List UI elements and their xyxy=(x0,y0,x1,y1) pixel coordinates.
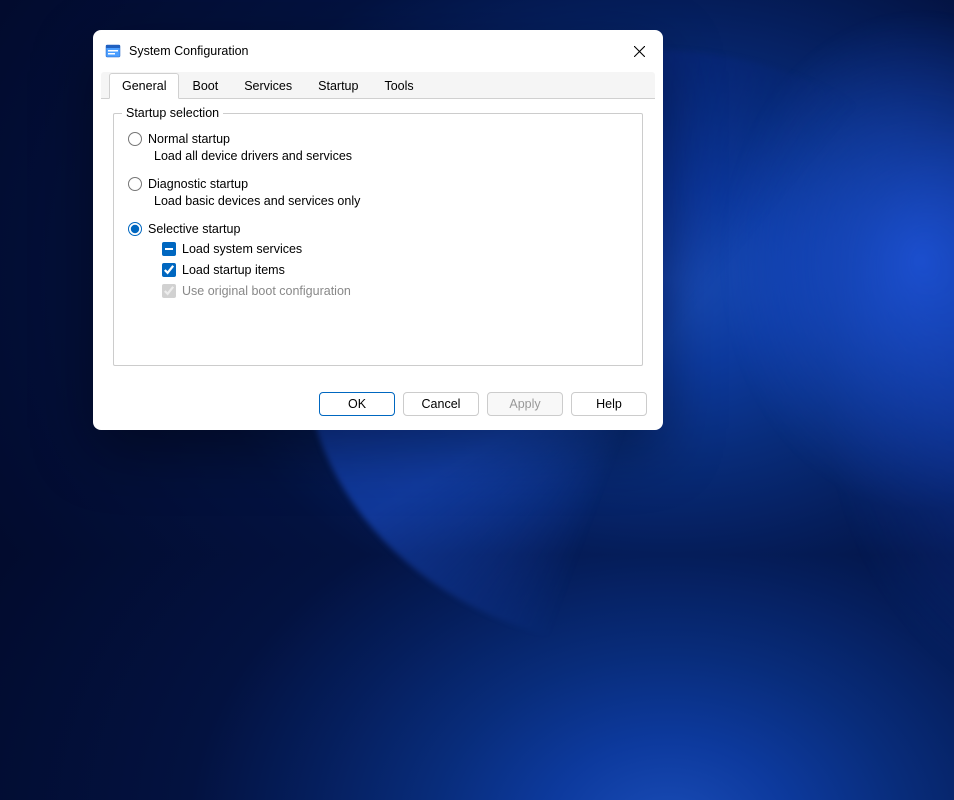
check-row-original-boot: Use original boot configuration xyxy=(162,284,628,298)
tab-label: Boot xyxy=(192,79,218,93)
radio-desc: Load all device drivers and services xyxy=(154,149,628,163)
radio-row-selective: Selective startup xyxy=(128,222,628,236)
radio-label[interactable]: Diagnostic startup xyxy=(148,177,248,191)
tab-startup[interactable]: Startup xyxy=(305,73,371,99)
check-load-startup-items[interactable] xyxy=(162,263,176,277)
tab-label: General xyxy=(122,79,166,93)
msconfig-icon xyxy=(105,43,121,59)
radio-selective-startup[interactable] xyxy=(128,222,142,236)
startup-selection-group: Startup selection Normal startup Load al… xyxy=(113,113,643,366)
check-row-load-system: Load system services xyxy=(162,242,628,256)
tab-label: Tools xyxy=(384,79,413,93)
check-load-system-services[interactable] xyxy=(162,242,176,256)
radio-diagnostic-startup[interactable] xyxy=(128,177,142,191)
check-row-load-startup: Load startup items xyxy=(162,263,628,277)
radio-desc: Load basic devices and services only xyxy=(154,194,628,208)
close-button[interactable] xyxy=(623,35,655,67)
check-label: Use original boot configuration xyxy=(182,284,351,298)
groupbox-legend: Startup selection xyxy=(122,106,223,120)
tab-general[interactable]: General xyxy=(109,73,179,99)
selective-check-area: Load system services Load startup items … xyxy=(162,242,628,298)
check-label[interactable]: Load startup items xyxy=(182,263,285,277)
apply-button[interactable]: Apply xyxy=(487,392,563,416)
system-configuration-dialog: System Configuration General Boot Servic… xyxy=(93,30,663,430)
radio-label[interactable]: Selective startup xyxy=(148,222,240,236)
tab-content-general: Startup selection Normal startup Load al… xyxy=(93,99,663,380)
check-label[interactable]: Load system services xyxy=(182,242,302,256)
radio-label[interactable]: Normal startup xyxy=(148,132,230,146)
cancel-button[interactable]: Cancel xyxy=(403,392,479,416)
check-use-original-boot xyxy=(162,284,176,298)
dialog-button-row: OK Cancel Apply Help xyxy=(93,380,663,430)
titlebar: System Configuration xyxy=(93,30,663,72)
radio-normal-startup[interactable] xyxy=(128,132,142,146)
ok-button[interactable]: OK xyxy=(319,392,395,416)
close-icon xyxy=(634,46,645,57)
help-button[interactable]: Help xyxy=(571,392,647,416)
tab-boot[interactable]: Boot xyxy=(179,73,231,99)
tab-label: Services xyxy=(244,79,292,93)
tab-services[interactable]: Services xyxy=(231,73,305,99)
tab-tools[interactable]: Tools xyxy=(371,73,426,99)
radio-row-normal: Normal startup xyxy=(128,132,628,146)
radio-row-diagnostic: Diagnostic startup xyxy=(128,177,628,191)
window-title: System Configuration xyxy=(129,44,249,58)
tab-strip: General Boot Services Startup Tools xyxy=(101,72,655,99)
tab-label: Startup xyxy=(318,79,358,93)
